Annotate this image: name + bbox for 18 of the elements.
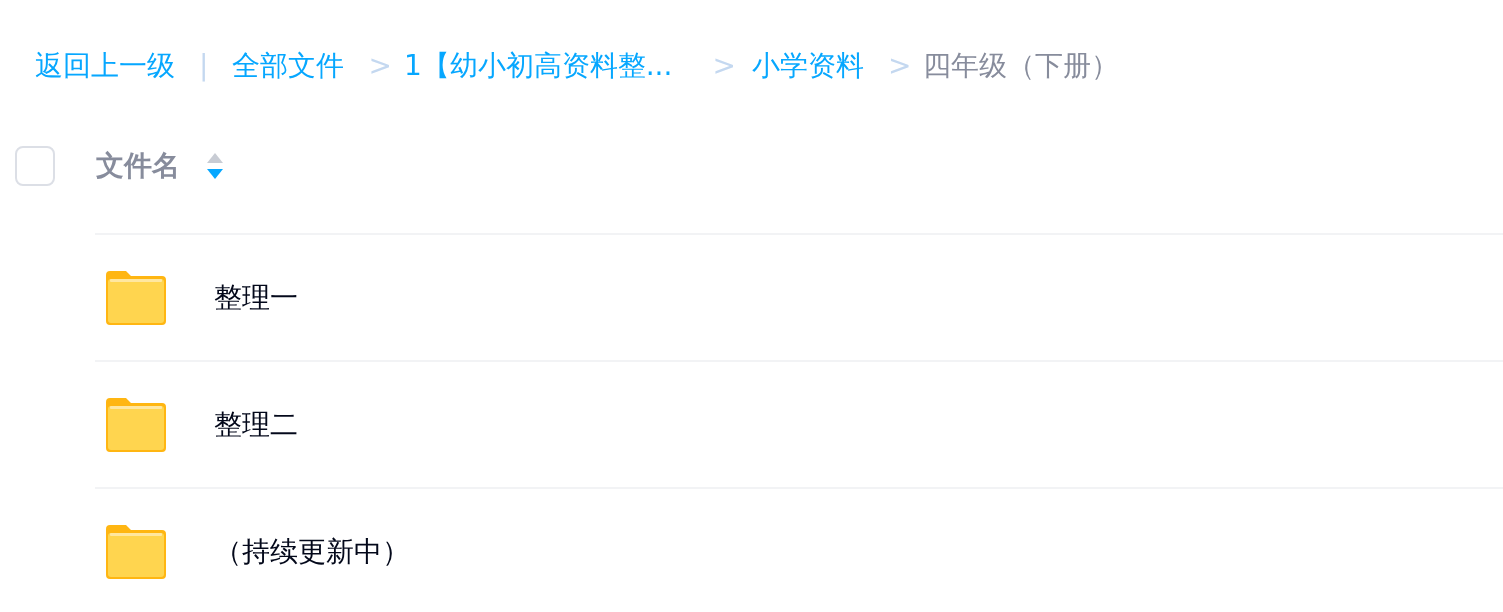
breadcrumb-link[interactable]: 返回上一级: [35, 45, 175, 87]
folder-name[interactable]: 整理一: [214, 276, 298, 319]
breadcrumb-separator: >: [886, 48, 913, 84]
folder-icon: [106, 524, 166, 579]
column-header[interactable]: 文件名: [96, 145, 180, 187]
checkbox[interactable]: [15, 146, 55, 186]
divider: |: [198, 48, 210, 84]
folder-icon: [106, 270, 166, 325]
breadcrumb-separator: >: [367, 48, 393, 84]
breadcrumb-link[interactable]: 1【幼小初高资料整...: [403, 45, 673, 87]
folder-name[interactable]: 整理二: [214, 403, 298, 446]
sort-icon[interactable]: [206, 151, 224, 181]
breadcrumb-separator: >: [711, 48, 737, 84]
breadcrumb-link[interactable]: 全部文件: [232, 45, 345, 87]
breadcrumb-link[interactable]: 小学资料: [751, 45, 864, 87]
folder-icon: [106, 397, 166, 452]
folder-name[interactable]: （持续更新中）: [214, 530, 410, 573]
current-folder: 四年级（下册）: [923, 48, 1120, 84]
